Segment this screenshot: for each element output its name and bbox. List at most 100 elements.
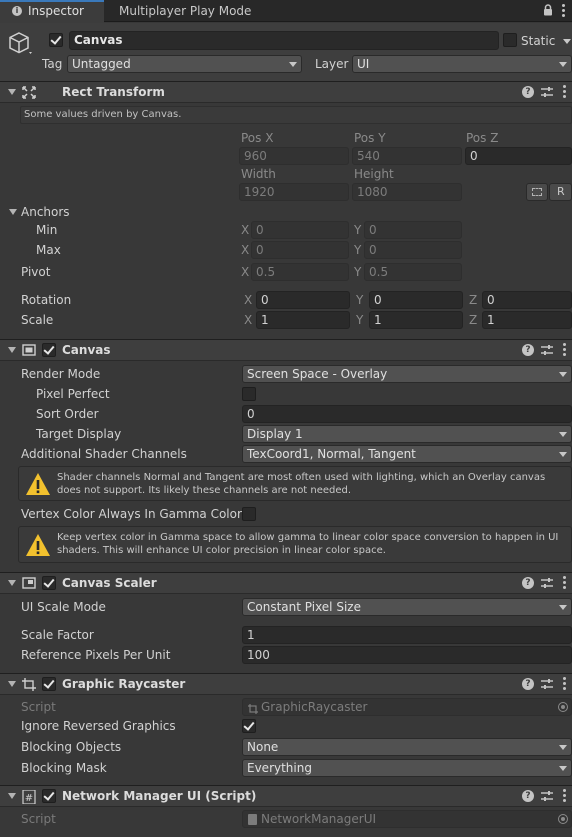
pivot-y-field[interactable]: 0.5 — [364, 263, 462, 281]
pos-z-label: Pos Z — [466, 131, 499, 145]
ignore-reversed-checkbox[interactable] — [242, 719, 256, 733]
pos-z-field[interactable]: 0 — [465, 147, 572, 165]
scale-y-field[interactable]: 1 — [369, 311, 463, 329]
foldout-icon[interactable] — [8, 580, 16, 586]
network-manager-ui-header[interactable]: # Network Manager UI (Script) ? — [0, 785, 572, 807]
canvas-title: Canvas — [62, 343, 111, 357]
lock-icon[interactable] — [543, 4, 553, 16]
shader-channels-warning-text: Shader channels Normal and Tangent are m… — [57, 472, 546, 496]
blocking-objects-value: None — [247, 740, 279, 754]
help-icon[interactable]: ? — [522, 577, 534, 589]
help-icon[interactable]: ? — [522, 344, 534, 356]
gameobject-name-field[interactable]: Canvas — [69, 31, 499, 50]
svg-text:#: # — [25, 793, 33, 804]
render-mode-dropdown[interactable]: Screen Space - Overlay — [242, 365, 572, 383]
graphic-raycaster-header[interactable]: Graphic Raycaster ? — [0, 673, 572, 695]
help-icon[interactable]: ? — [522, 86, 534, 98]
blueprint-mode-button[interactable] — [526, 183, 548, 201]
tab-multiplayer-play-mode[interactable]: Multiplayer Play Mode — [108, 0, 268, 22]
rect-transform-icon — [22, 86, 36, 99]
foldout-icon[interactable] — [8, 89, 16, 95]
foldout-icon[interactable] — [8, 347, 16, 353]
csharp-script-icon: # — [22, 789, 36, 805]
anchor-min-y-field[interactable]: 0 — [364, 221, 462, 239]
foldout-icon[interactable] — [8, 681, 16, 687]
tag-value: Untagged — [72, 57, 131, 71]
static-checkbox[interactable] — [503, 33, 517, 47]
rotation-x-field[interactable]: 0 — [256, 291, 350, 309]
gameobject-active-checkbox[interactable] — [49, 33, 63, 47]
help-icon[interactable]: ? — [522, 678, 534, 690]
rotation-z-field[interactable]: 0 — [482, 291, 572, 309]
static-dropdown-arrow[interactable] — [563, 39, 571, 44]
rotation-y-field[interactable]: 0 — [369, 291, 463, 309]
max-x-axis: X — [241, 243, 250, 257]
pixel-perfect-label: Pixel Perfect — [36, 387, 110, 401]
rect-transform-header[interactable]: Rect Transform ? — [0, 81, 572, 103]
presets-icon[interactable] — [541, 577, 553, 589]
raycaster-script-field: GraphicRaycaster — [242, 698, 572, 716]
canvas-scaler-header[interactable]: Canvas Scaler ? — [0, 572, 572, 594]
target-display-dropdown[interactable]: Display 1 — [242, 425, 572, 443]
scale-label: Scale — [21, 313, 54, 327]
pivot-x-axis: X — [241, 265, 250, 279]
ignore-reversed-label: Ignore Reversed Graphics — [21, 719, 176, 733]
sort-order-label: Sort Order — [36, 407, 99, 421]
shader-channels-dropdown[interactable]: TexCoord1, Normal, Tangent — [242, 445, 572, 463]
presets-icon[interactable] — [541, 86, 553, 98]
warning-icon — [26, 534, 50, 556]
ref-ppu-field[interactable]: 100 — [242, 646, 572, 664]
pos-x-field[interactable]: 960 — [239, 147, 349, 165]
anchors-foldout-icon[interactable] — [9, 209, 17, 215]
ref-ppu-label: Reference Pixels Per Unit — [21, 648, 171, 662]
ui-scale-mode-value: Constant Pixel Size — [247, 600, 361, 614]
scale-factor-field[interactable]: 1 — [242, 626, 572, 644]
scale-z-field[interactable]: 1 — [482, 311, 572, 329]
sort-order-field[interactable]: 0 — [242, 405, 572, 423]
scale-x-field[interactable]: 1 — [256, 311, 350, 329]
ui-scale-mode-dropdown[interactable]: Constant Pixel Size — [242, 598, 572, 616]
anchor-max-y-field[interactable]: 0 — [364, 241, 462, 259]
component-menu-icon[interactable] — [563, 85, 567, 99]
presets-icon[interactable] — [541, 790, 553, 802]
presets-icon[interactable] — [541, 678, 553, 690]
network-script-label: Script — [21, 812, 56, 826]
vertex-color-warning-text: Keep vertex color in Gamma space to allo… — [57, 532, 559, 556]
component-menu-icon[interactable] — [563, 677, 567, 691]
component-menu-icon[interactable] — [563, 576, 567, 590]
tab-menu-icon[interactable] — [562, 4, 566, 18]
pixel-perfect-checkbox[interactable] — [242, 387, 256, 401]
network-manager-ui-enabled-checkbox[interactable] — [42, 789, 56, 803]
blocking-mask-label: Blocking Mask — [21, 761, 107, 775]
pivot-x-field[interactable]: 0.5 — [251, 263, 349, 281]
blocking-objects-dropdown[interactable]: None — [242, 738, 572, 756]
layer-dropdown[interactable]: UI — [352, 55, 572, 73]
width-field[interactable]: 1920 — [239, 183, 349, 201]
help-icon[interactable]: ? — [522, 790, 534, 802]
canvas-component-header[interactable]: Canvas ? — [0, 339, 572, 361]
presets-icon[interactable] — [541, 344, 553, 356]
canvas-scaler-enabled-checkbox[interactable] — [42, 576, 56, 590]
blueprint-icon — [532, 188, 542, 196]
raw-edit-button[interactable]: R — [549, 183, 572, 201]
component-menu-icon[interactable] — [563, 343, 567, 357]
foldout-icon[interactable] — [8, 793, 16, 799]
tag-dropdown[interactable]: Untagged — [67, 55, 302, 73]
anchors-label: Anchors — [21, 205, 70, 219]
canvas-enabled-checkbox[interactable] — [42, 343, 56, 357]
anchors-max-label: Max — [36, 243, 61, 257]
tab-inspector[interactable]: i Inspector — [0, 0, 104, 23]
object-picker-icon[interactable] — [558, 702, 568, 712]
anchor-max-x-field[interactable]: 0 — [251, 241, 349, 259]
blocking-mask-dropdown[interactable]: Everything — [242, 759, 572, 777]
anchor-min-x-field[interactable]: 0 — [251, 221, 349, 239]
vertex-color-checkbox[interactable] — [242, 507, 256, 521]
pos-y-field[interactable]: 540 — [352, 147, 462, 165]
component-menu-icon[interactable] — [563, 789, 567, 803]
tab-inspector-label: Inspector — [28, 4, 84, 18]
graphic-raycaster-icon — [22, 678, 36, 691]
height-field[interactable]: 1080 — [352, 183, 462, 201]
graphic-raycaster-enabled-checkbox[interactable] — [42, 677, 56, 691]
object-picker-icon[interactable] — [558, 814, 568, 824]
min-y-axis: Y — [354, 223, 362, 237]
